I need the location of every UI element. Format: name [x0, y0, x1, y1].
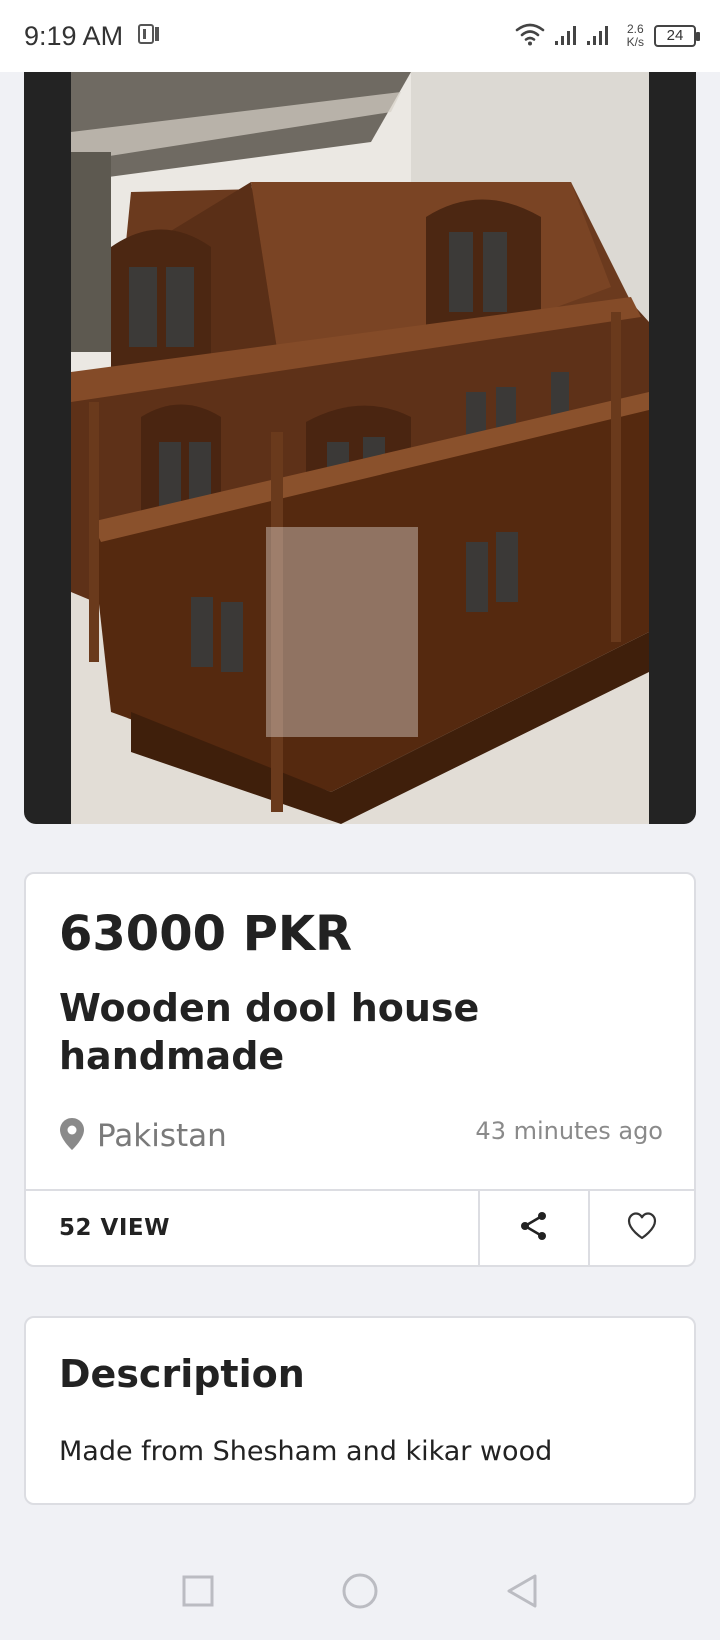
- status-bar: 9:19 AM 2.6 K/s 24: [0, 0, 720, 72]
- product-image-frame[interactable]: [24, 72, 696, 824]
- home-icon: [341, 1572, 379, 1614]
- listing-info-card: 63000 PKR Wooden dool house handmade Pak…: [24, 872, 696, 1267]
- status-right: 2.6 K/s 24: [515, 22, 700, 50]
- posted-time: 43 minutes ago: [475, 1117, 663, 1145]
- back-icon: [505, 1573, 539, 1613]
- battery-icon: 24: [654, 25, 700, 47]
- card-footer: 52 VIEW: [26, 1189, 694, 1265]
- status-time: 9:19 AM: [24, 20, 124, 51]
- share-button[interactable]: [478, 1191, 588, 1265]
- system-nav-bar: [0, 1546, 720, 1640]
- listing-price: 63000 PKR: [59, 906, 353, 962]
- net-speed-unit: K/s: [626, 35, 644, 49]
- recent-apps-button[interactable]: [176, 1571, 220, 1615]
- listing-location: Pakistan: [59, 1117, 227, 1155]
- favorite-button[interactable]: [588, 1191, 694, 1265]
- back-button[interactable]: [500, 1571, 544, 1615]
- net-speed: 2.6 K/s: [627, 23, 644, 49]
- view-count: 52 VIEW: [59, 1215, 170, 1241]
- description-heading: Description: [59, 1352, 305, 1396]
- description-card: Description Made from Shesham and kikar …: [24, 1316, 696, 1505]
- share-icon: [518, 1210, 550, 1246]
- location-text: Pakistan: [97, 1118, 227, 1154]
- status-left: 9:19 AM: [24, 21, 161, 52]
- description-text: Made from Shesham and kikar wood: [59, 1436, 553, 1467]
- recent-apps-icon: [181, 1574, 215, 1612]
- listing-title: Wooden dool house handmade: [59, 986, 480, 1078]
- heart-icon: [626, 1211, 658, 1245]
- product-image[interactable]: [71, 72, 649, 824]
- location-pin-icon: [59, 1117, 85, 1155]
- signal-icon: [554, 22, 617, 50]
- net-speed-value: 2.6: [626, 22, 644, 36]
- wifi-icon: [515, 22, 545, 50]
- dollhouse-illustration: [71, 72, 649, 824]
- home-button[interactable]: [338, 1571, 382, 1615]
- sim-icon: [137, 22, 161, 50]
